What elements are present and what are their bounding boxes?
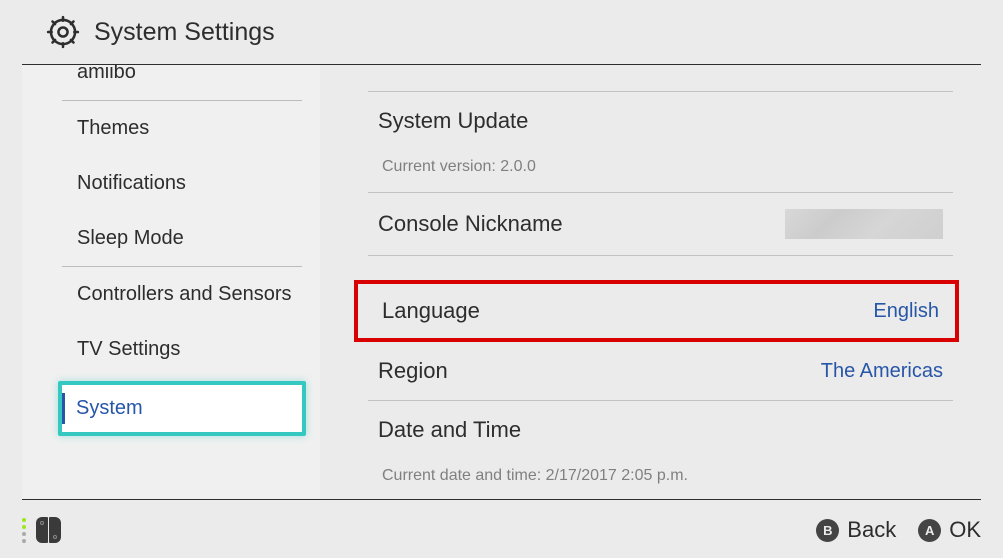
row-label: Console Nickname — [378, 211, 563, 237]
sidebar-item-notifications[interactable]: Notifications — [22, 156, 320, 211]
main-area: amiibo Themes Notifications Sleep Mode C… — [22, 64, 981, 500]
ok-button[interactable]: A OK — [918, 517, 981, 543]
sidebar: amiibo Themes Notifications Sleep Mode C… — [22, 65, 320, 499]
datetime-subtext: Current date and time: 2/17/2017 2:05 p.… — [368, 459, 953, 485]
sidebar-item-controllers[interactable]: Controllers and Sensors — [22, 267, 320, 322]
row-label: Region — [378, 358, 448, 384]
nickname-redacted — [785, 209, 943, 239]
language-highlight: Language English — [354, 280, 959, 342]
sidebar-item-sleepmode[interactable]: Sleep Mode — [22, 211, 320, 266]
row-value: The Americas — [821, 360, 943, 383]
page-title: System Settings — [94, 18, 275, 47]
controller-indicator — [22, 517, 61, 543]
back-label: Back — [847, 517, 896, 543]
sidebar-item-themes[interactable]: Themes — [22, 101, 320, 156]
sidebar-item-amiibo[interactable]: amiibo — [22, 65, 320, 100]
ok-label: OK — [949, 517, 981, 543]
header: System Settings — [0, 0, 1003, 64]
back-button[interactable]: B Back — [816, 517, 896, 543]
a-button-icon: A — [918, 519, 941, 542]
row-system-update[interactable]: System Update — [368, 92, 953, 150]
sidebar-item-tvsettings[interactable]: TV Settings — [22, 322, 320, 377]
row-language[interactable]: Language English — [358, 284, 955, 338]
row-console-nickname[interactable]: Console Nickname — [368, 193, 953, 255]
b-button-icon: B — [816, 519, 839, 542]
row-value: English — [873, 300, 939, 323]
joycon-icon — [36, 517, 61, 543]
content: System Update Current version: 2.0.0 Con… — [320, 65, 981, 499]
row-region[interactable]: Region The Americas — [368, 342, 953, 400]
row-hidden-above[interactable] — [368, 65, 953, 91]
system-update-subtext: Current version: 2.0.0 — [368, 150, 953, 192]
row-label: Language — [382, 298, 480, 324]
gear-icon — [46, 15, 80, 49]
row-label: Date and Time — [378, 417, 521, 443]
row-datetime[interactable]: Date and Time — [368, 401, 953, 459]
footer: B Back A OK — [22, 502, 981, 558]
sidebar-item-system[interactable]: System — [58, 381, 306, 436]
row-label: System Update — [378, 108, 528, 134]
